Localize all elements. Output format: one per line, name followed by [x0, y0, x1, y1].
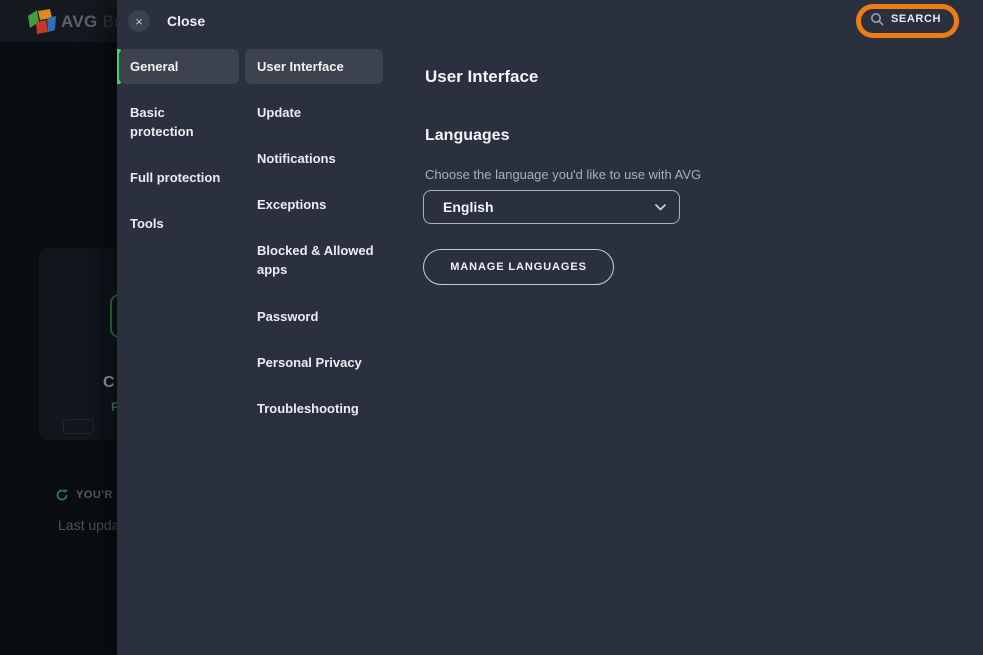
- card-text-fragment: C: [103, 374, 115, 392]
- subnav-item-notifications[interactable]: Notifications: [257, 149, 336, 168]
- app-window: AVG Bus C F YOU'R Last upda × Close SEAR…: [0, 0, 983, 655]
- sidebar-item-basic-protection[interactable]: Basic protection: [130, 103, 234, 141]
- subnav-item-exceptions[interactable]: Exceptions: [257, 195, 326, 214]
- subnav-item-label: User Interface: [257, 57, 344, 76]
- last-update-fragment: Last upda: [58, 517, 120, 533]
- status-text-fragment: YOU'R: [76, 489, 113, 501]
- section-heading-languages: Languages: [425, 127, 509, 145]
- sidebar-item-general[interactable]: General: [119, 49, 239, 84]
- search-icon: [870, 12, 884, 26]
- subnav-item-update[interactable]: Update: [257, 103, 301, 122]
- close-icon: ×: [128, 10, 150, 32]
- close-label: Close: [167, 13, 205, 29]
- card-faint-button: [63, 419, 94, 434]
- settings-overlay: × Close SEARCH General Basic protection …: [117, 0, 983, 655]
- sidebar-item-label: General: [130, 57, 178, 76]
- sidebar-item-full-protection[interactable]: Full protection: [130, 168, 220, 187]
- subnav-item-password[interactable]: Password: [257, 307, 318, 326]
- close-button[interactable]: × Close: [128, 10, 205, 32]
- manage-languages-label: MANAGE LANGUAGES: [450, 261, 587, 273]
- language-description: Choose the language you'd like to use wi…: [425, 167, 701, 182]
- subnav-item-user-interface[interactable]: User Interface: [245, 49, 383, 84]
- search-label: SEARCH: [891, 13, 941, 25]
- language-select[interactable]: English: [423, 190, 680, 224]
- chevron-down-icon: [655, 204, 666, 211]
- brand-name: AVG: [61, 12, 97, 31]
- language-selected-value: English: [443, 199, 494, 215]
- refresh-icon: [55, 488, 69, 502]
- avg-logo-icon: [28, 9, 56, 35]
- protection-status: YOU'R: [55, 488, 113, 502]
- subnav-item-personal-privacy[interactable]: Personal Privacy: [257, 353, 362, 372]
- search-button[interactable]: SEARCH: [870, 12, 941, 26]
- subnav-item-blocked-allowed-apps[interactable]: Blocked & Allowed apps: [257, 241, 383, 279]
- manage-languages-button[interactable]: MANAGE LANGUAGES: [423, 249, 614, 285]
- sidebar-item-tools[interactable]: Tools: [130, 214, 164, 233]
- page-title: User Interface: [425, 67, 538, 87]
- subnav-item-troubleshooting[interactable]: Troubleshooting: [257, 399, 359, 418]
